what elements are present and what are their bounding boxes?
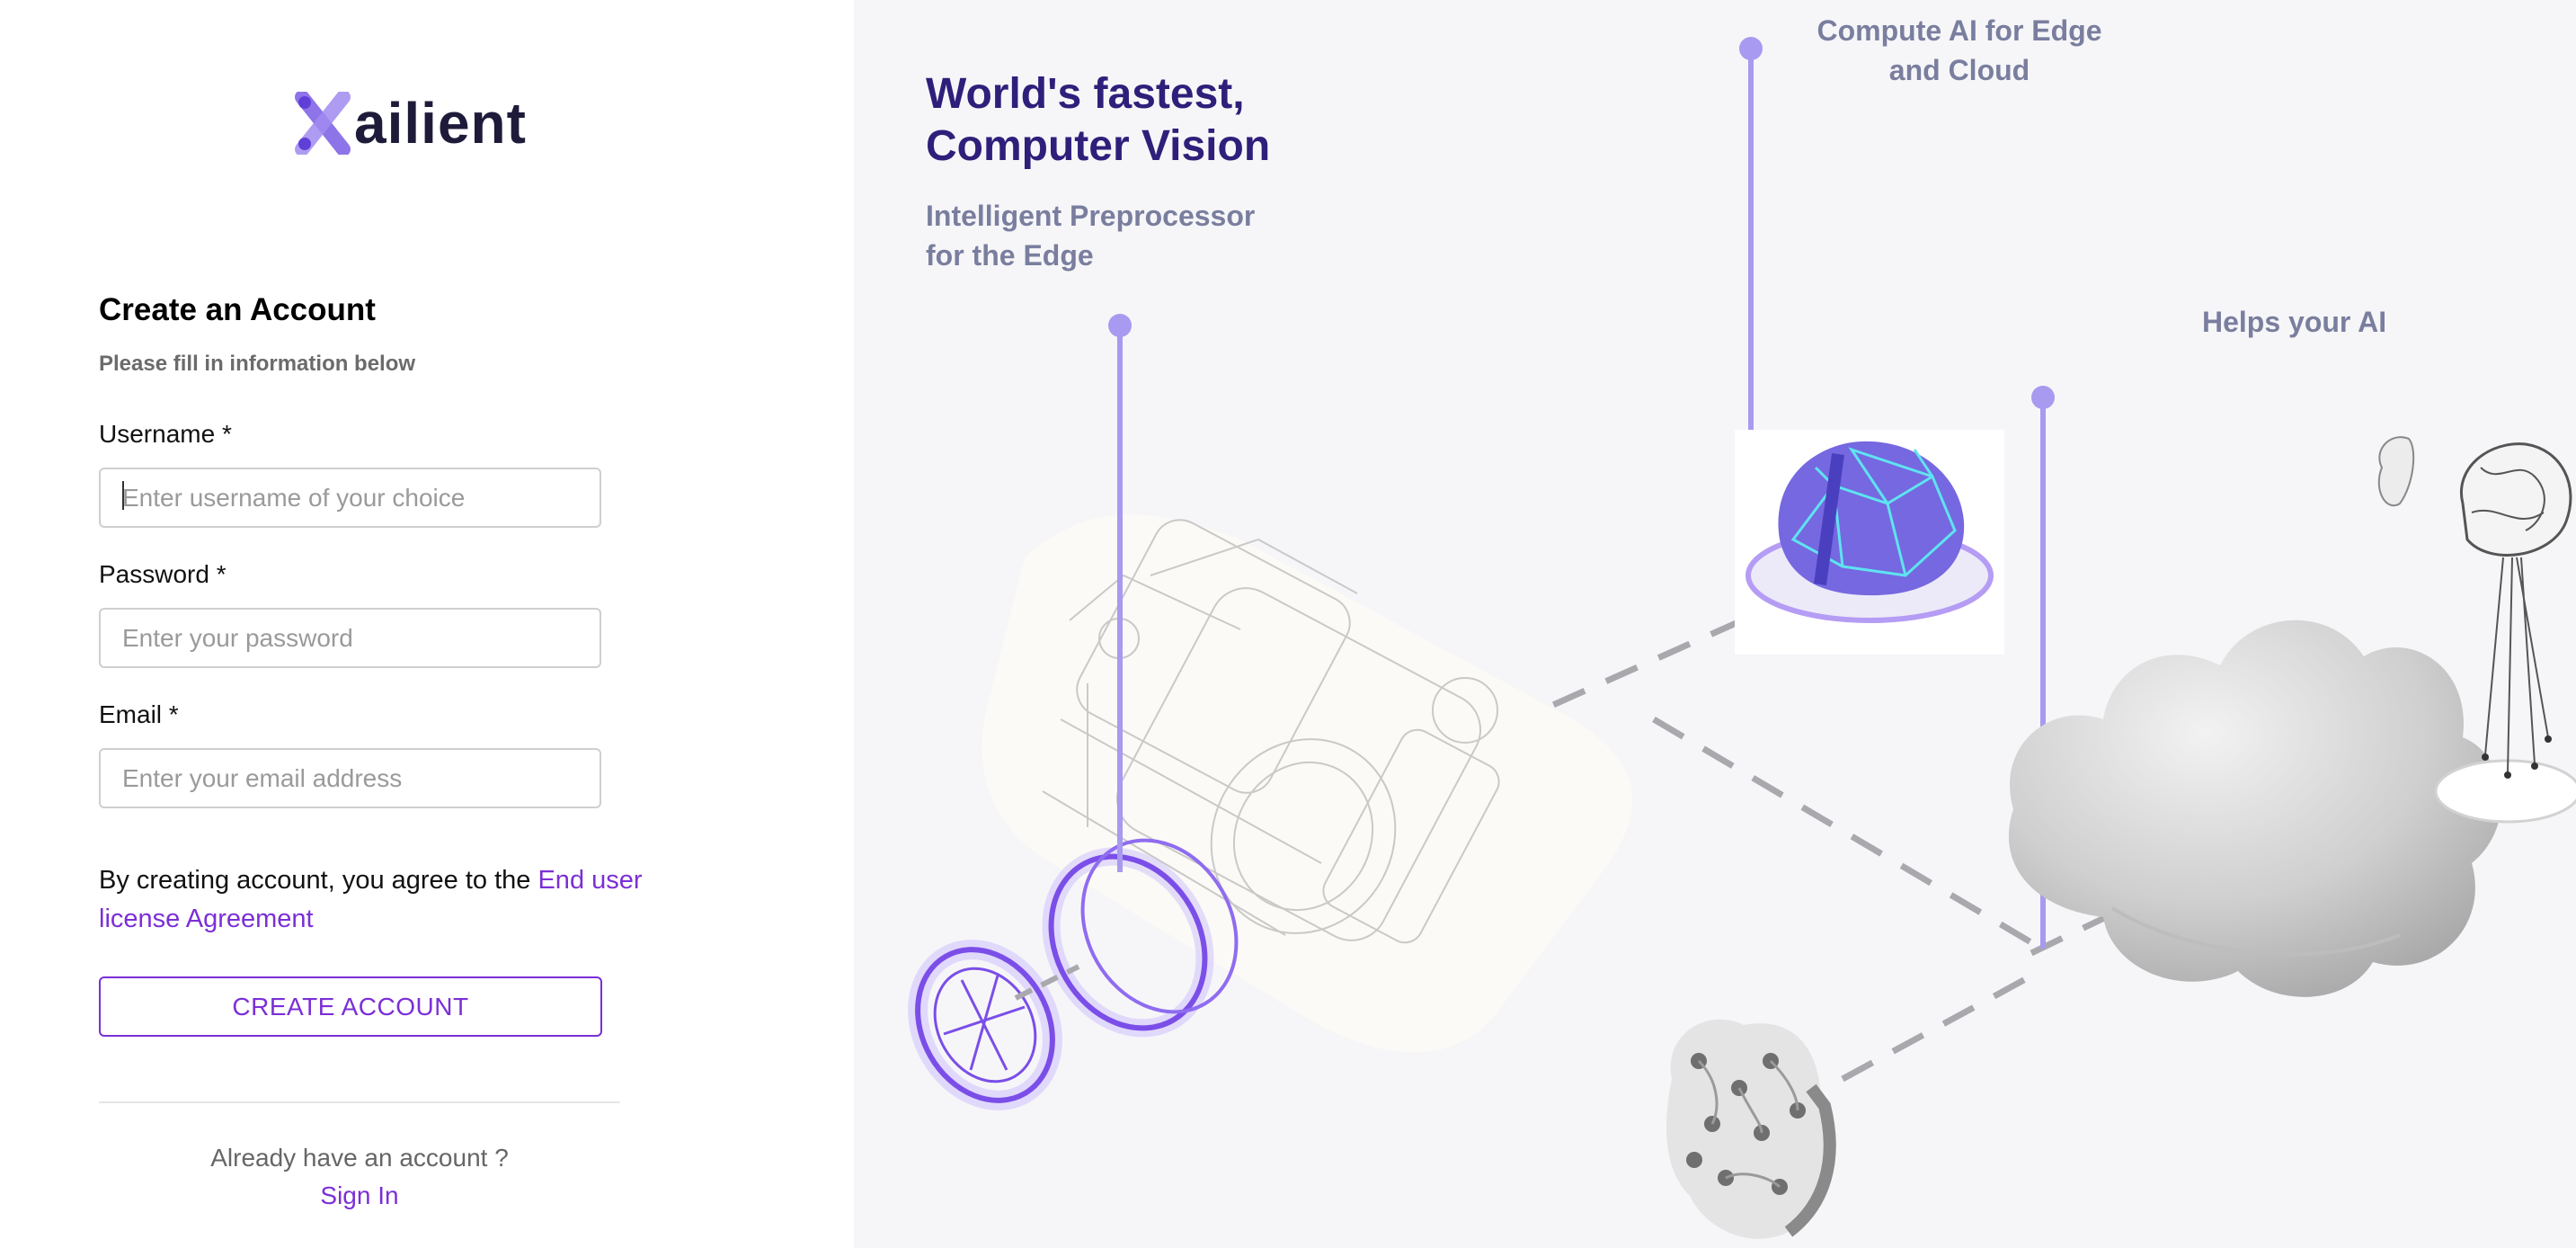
form-title: Create an Account [99, 292, 376, 327]
email-label: Email * [99, 700, 179, 728]
agreement-text: By creating account, you agree to the En… [99, 861, 674, 939]
agreement-prefix: By creating account, you agree to the [99, 866, 538, 895]
brand-x-mark-icon [295, 92, 351, 155]
hero-title-line1: World's fastest, [926, 70, 1245, 118]
circuit-chip-illustration [1666, 1019, 1836, 1239]
username-input[interactable] [99, 468, 601, 528]
camera-illustration [982, 514, 1633, 1053]
divider [99, 1101, 620, 1103]
hero-illustration [908, 37, 2576, 1239]
form-subtitle: Please fill in information below [99, 352, 416, 376]
brand-name: ailient [354, 91, 527, 156]
hero-panel: World's fastest, Computer Vision Intelli… [854, 0, 2576, 1248]
cloud-illustration [2008, 620, 2501, 997]
callout-compute-line1: Compute AI for Edge [1817, 14, 2102, 47]
callout-compute: Compute AI for Edge and Cloud [1807, 11, 2112, 90]
hero-subtitle-line1: Intelligent Preprocessor [926, 200, 1256, 232]
brand-logo: ailient [295, 90, 527, 156]
create-account-button[interactable]: CREATE ACCOUNT [99, 976, 602, 1037]
username-label: Username * [99, 420, 232, 448]
hero-title-line2: Computer Vision [926, 122, 1271, 170]
callout-helps: Helps your AI [2202, 306, 2387, 338]
hero-subtitle: Intelligent Preprocessor for the Edge [926, 196, 1255, 275]
text-caret [122, 481, 124, 510]
already-have-account-text: Already have an account ? [210, 1144, 509, 1172]
brain-chip-illustration [1735, 430, 2004, 655]
email-input[interactable] [99, 748, 601, 808]
sign-in-link[interactable]: Sign In [320, 1181, 398, 1209]
password-input[interactable] [99, 608, 601, 668]
signup-panel: ailient Create an Account Please fill in… [0, 0, 854, 1248]
hero-subtitle-line2: for the Edge [926, 239, 1094, 272]
password-label: Password * [99, 560, 227, 588]
hero-title: World's fastest, Computer Vision [926, 68, 1270, 173]
callout-compute-line2: and Cloud [1888, 54, 2030, 86]
